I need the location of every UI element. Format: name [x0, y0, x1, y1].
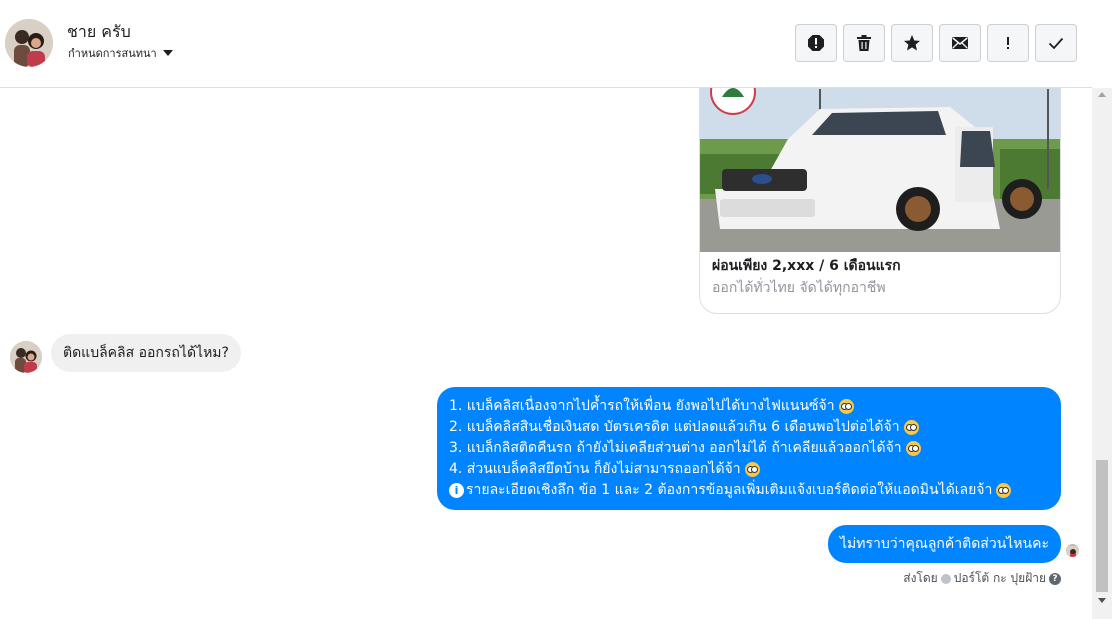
ad-title: ผ่อนเพียง 2,xxx / 6 เดือนแรก	[712, 258, 901, 274]
seen-receipt-avatar	[1066, 544, 1079, 557]
assign-conversation-label: กำหนดการสนทนา	[68, 47, 157, 60]
outgoing-message[interactable]: 1. แบล็คลิสเนื่องจากไปค้ำรถให้เพื่อน ยัง…	[437, 387, 1061, 510]
message-thread[interactable]: ผ่อนเพียง 2,xxx / 6 เดือนแรก ออกได้ทั่วไ…	[0, 88, 1092, 619]
message-line: 2. แบล็คลิสสินเชื่อเงินสด บัตรเครดิต แต่…	[449, 417, 1049, 438]
ad-reply-card[interactable]: ผ่อนเพียง 2,xxx / 6 เดือนแรก ออกได้ทั่วไ…	[699, 88, 1061, 314]
checkmark-icon	[1048, 37, 1064, 50]
message-line: 4. ส่วนแบล็คลิสยึดบ้าน ก็ยังไม่สามารถออก…	[449, 459, 1049, 480]
conversation-toolbar	[795, 24, 1077, 62]
contact-name: ชาย ครับ	[67, 22, 131, 41]
scrollbar-thumb[interactable]	[1096, 460, 1108, 592]
sent-by-name: ปอร์โต้ กะ ปุยฝ้าย	[953, 571, 1046, 585]
trash-icon	[857, 35, 871, 51]
mark-done-button[interactable]	[1035, 24, 1077, 62]
scroll-down-arrow-icon[interactable]	[1098, 598, 1106, 603]
follow-up-button[interactable]	[987, 24, 1029, 62]
sent-by-prefix: ส่งโดย	[903, 571, 938, 585]
outgoing-message[interactable]: ไม่ทราบว่าคุณลูกค้าติดส่วนไหนคะ	[827, 525, 1061, 563]
star-icon	[904, 35, 920, 51]
contact-avatar[interactable]	[5, 19, 53, 67]
flushed-face-emoji-icon	[744, 462, 760, 477]
sender-avatar[interactable]	[10, 341, 42, 373]
car-ad-image	[700, 88, 1060, 252]
mark-unread-button[interactable]	[939, 24, 981, 62]
info-icon: i	[449, 483, 464, 498]
caret-down-icon	[162, 50, 173, 56]
flushed-face-emoji-icon	[838, 399, 854, 414]
report-spam-button[interactable]	[795, 24, 837, 62]
message-line: 3. แบล็กลิสติดคืนรถ ถ้ายังไม่เคลียส่วนต่…	[449, 438, 1049, 459]
assign-conversation-dropdown[interactable]: กำหนดการสนทนา	[68, 44, 173, 62]
ad-subtitle: ออกได้ทั่วไทย จัดได้ทุกอาชีพ	[712, 280, 886, 296]
flushed-face-emoji-icon	[905, 441, 921, 456]
delete-button[interactable]	[843, 24, 885, 62]
flushed-face-emoji-icon	[996, 483, 1012, 498]
message-line: i รายละเอียดเชิงลึก ข้อ 1 และ 2 ต้องการข้…	[449, 480, 1049, 501]
message-line: 1. แบล็คลิสเนื่องจากไปค้ำรถให้เพื่อน ยัง…	[449, 396, 1049, 417]
alert-octagon-icon	[808, 35, 824, 51]
conversation-header: ชาย ครับ กำหนดการสนทนา	[0, 0, 1092, 88]
incoming-message[interactable]: ติดแบล็คลิส ออกรถได้ไหม?	[51, 334, 241, 372]
help-icon[interactable]: ?	[1049, 572, 1061, 585]
flushed-face-emoji-icon	[903, 420, 919, 435]
scroll-up-arrow-icon[interactable]	[1098, 92, 1106, 97]
sent-by-info: ส่งโดย ปอร์โต้ กะ ปุยฝ้าย ?	[903, 569, 1061, 588]
exclamation-icon	[1007, 37, 1009, 49]
admin-avatar-icon	[940, 573, 951, 584]
star-button[interactable]	[891, 24, 933, 62]
envelope-icon	[952, 37, 968, 49]
